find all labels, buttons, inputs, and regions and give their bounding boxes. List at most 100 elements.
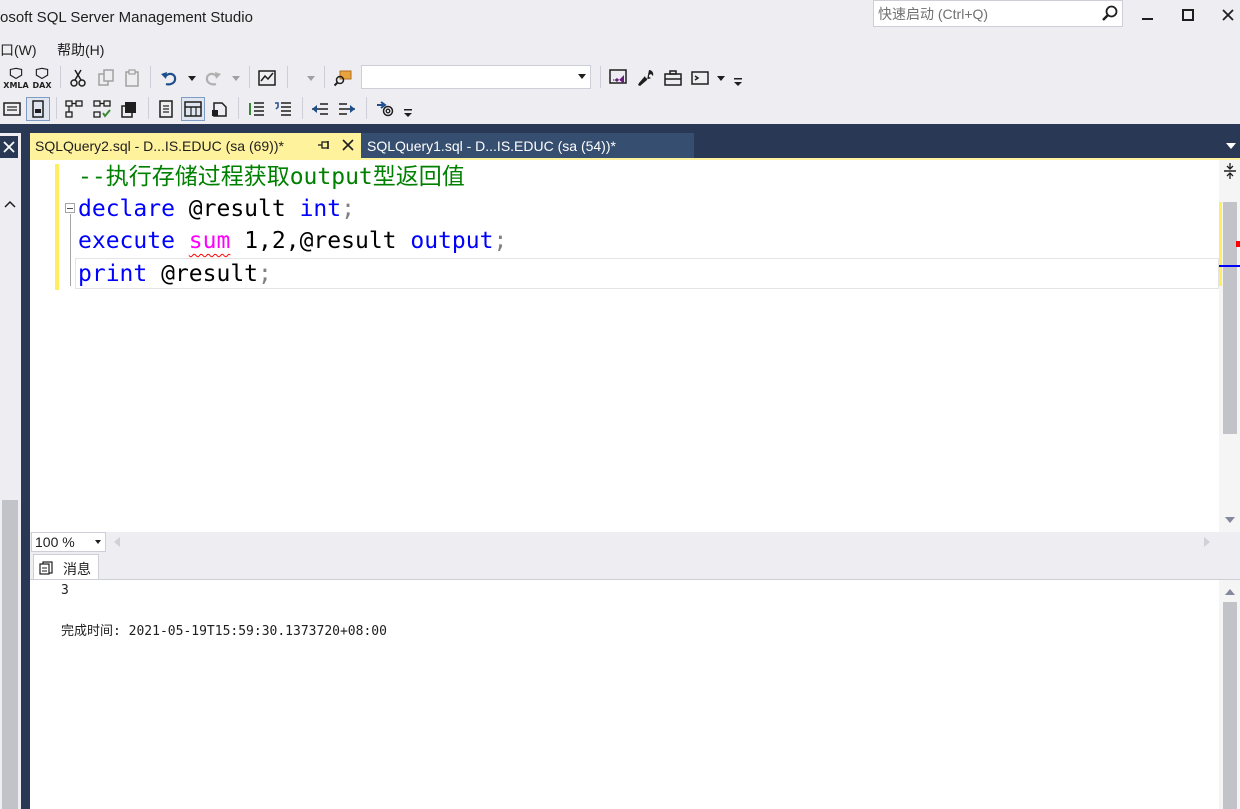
overflow-icon <box>404 109 412 117</box>
collapse-toggle[interactable] <box>65 203 75 213</box>
command-window-dropdown[interactable] <box>716 66 726 90</box>
maximize-button[interactable] <box>1168 0 1208 30</box>
find-in-files-button[interactable] <box>331 66 355 90</box>
close-window-button[interactable] <box>1208 0 1240 30</box>
toolbar-separator <box>56 97 57 119</box>
solution-config-dropdown[interactable] <box>306 66 316 90</box>
uncomment-button[interactable] <box>271 97 295 121</box>
results-to-file-button[interactable] <box>26 97 50 121</box>
execution-plan-check-icon <box>93 100 111 118</box>
code-operator: ; <box>493 228 508 254</box>
minimize-button[interactable] <box>1128 0 1168 30</box>
execution-plan-icon <box>65 100 83 118</box>
client-statistics-button[interactable] <box>117 97 141 121</box>
comment-out-button[interactable] <box>244 97 268 121</box>
editor-zoom-bar: 100 % <box>30 532 1240 553</box>
results-to-grid-toggle[interactable] <box>181 97 205 121</box>
visual-studio-button[interactable] <box>606 66 630 90</box>
redo-dropdown[interactable] <box>231 66 241 90</box>
code-line[interactable]: execute sum 1,2,@result output; <box>78 226 507 256</box>
toolbar-overflow[interactable] <box>733 70 743 94</box>
code-line[interactable]: --执行存储过程获取output型返回值 <box>78 162 465 192</box>
split-window-icon[interactable] <box>1222 162 1238 180</box>
search-icon[interactable] <box>1100 4 1120 24</box>
template-parameters-icon <box>377 101 394 117</box>
activity-monitor-button[interactable] <box>255 66 279 90</box>
wrench-icon <box>638 70 654 86</box>
toolbar-overflow[interactable] <box>403 101 413 125</box>
chevron-up-icon[interactable] <box>1224 586 1236 598</box>
code-keyword: print <box>78 261 148 287</box>
menu-help[interactable]: 帮助(H) <box>57 40 104 60</box>
copy-button[interactable] <box>94 66 118 90</box>
tab-sqlquery1[interactable]: SQLQuery1.sql - D...IS.EDUC (sa (54))* <box>361 133 694 158</box>
dax-query-button[interactable]: DAX <box>30 66 54 90</box>
results-scrollbar-thumb[interactable] <box>1223 602 1237 809</box>
sql-editor[interactable]: --执行存储过程获取output型返回值 declare @result int… <box>30 160 1240 532</box>
menu-window[interactable]: 口(W) <box>0 40 37 60</box>
object-explorer-scrollbar-thumb[interactable] <box>2 500 18 809</box>
results-to-text-button[interactable] <box>0 97 24 121</box>
quick-launch-box[interactable] <box>873 0 1123 27</box>
object-explorer-scroll-up[interactable] <box>2 196 18 212</box>
save-results-button[interactable] <box>208 97 232 121</box>
code-keyword: int <box>299 196 342 222</box>
redo-button[interactable] <box>201 66 225 90</box>
scissors-icon <box>70 69 86 87</box>
code-comment: --执行存储过程获取output型返回值 <box>78 164 465 190</box>
xmla-query-button[interactable]: XMLA <box>3 66 29 90</box>
chevron-left-icon[interactable] <box>112 536 122 548</box>
command-window-icon <box>691 71 709 85</box>
command-window-button[interactable] <box>688 66 712 90</box>
panel-splitter[interactable] <box>21 133 30 809</box>
chevron-down-icon[interactable] <box>1224 514 1236 526</box>
toolbox-button[interactable] <box>661 66 685 90</box>
zoom-dropdown[interactable]: 100 % <box>31 532 106 552</box>
results-vertical-scrollbar[interactable] <box>1219 580 1240 809</box>
table-icon <box>184 101 202 117</box>
chevron-down-icon[interactable] <box>95 540 101 544</box>
tab-sqlquery2[interactable]: SQLQuery2.sql - D...IS.EDUC (sa (69))* <box>30 133 361 158</box>
outdent-icon <box>312 103 328 115</box>
copy-icon <box>98 69 114 86</box>
chevron-down-icon[interactable] <box>578 74 586 79</box>
chevron-down-icon <box>188 75 196 81</box>
outline-line <box>70 214 71 286</box>
properties-button[interactable] <box>634 66 658 90</box>
indent-icon <box>339 103 355 115</box>
close-icon <box>3 141 15 153</box>
specify-template-values-button[interactable] <box>373 97 397 121</box>
increase-indent-button[interactable] <box>335 97 359 121</box>
caret-marker <box>1219 265 1240 267</box>
editor-scrollbar-thumb[interactable] <box>1223 202 1237 434</box>
display-plan-button[interactable] <box>62 97 86 121</box>
code-line[interactable]: declare @result int; <box>78 194 355 224</box>
toolbar-separator <box>148 97 149 119</box>
tab-overflow-icon[interactable] <box>1226 142 1236 150</box>
toolbar-separator <box>238 97 239 119</box>
messages-tab-label: 消息 <box>63 561 91 577</box>
undo-dropdown[interactable] <box>187 66 197 90</box>
page-icon <box>32 100 44 118</box>
paste-button[interactable] <box>120 66 144 90</box>
messages-output[interactable]: 3 完成时间: 2021-05-19T15:59:30.1373720+08:0… <box>30 579 1240 809</box>
undo-icon <box>161 72 177 86</box>
close-tab-icon[interactable] <box>340 137 356 153</box>
decrease-indent-button[interactable] <box>308 97 332 121</box>
chevron-right-icon[interactable] <box>1202 536 1212 548</box>
undo-button[interactable] <box>157 66 181 90</box>
database-combo[interactable] <box>361 65 591 89</box>
quick-launch-input[interactable] <box>878 5 1098 23</box>
maximize-icon <box>1182 9 1194 21</box>
results-to-grid-button[interactable] <box>154 97 178 121</box>
toolbar-separator <box>287 66 288 88</box>
code-operator: ; <box>341 196 355 222</box>
code-line[interactable]: print @result; <box>78 259 272 289</box>
editor-vertical-scrollbar[interactable] <box>1219 160 1240 532</box>
cut-button[interactable] <box>66 66 90 90</box>
include-plan-button[interactable] <box>90 97 114 121</box>
pin-icon[interactable] <box>317 138 331 152</box>
object-explorer-close-button[interactable] <box>0 136 18 158</box>
xmla-label: XMLA <box>3 81 29 90</box>
tab-messages[interactable]: 消息 <box>33 554 99 580</box>
